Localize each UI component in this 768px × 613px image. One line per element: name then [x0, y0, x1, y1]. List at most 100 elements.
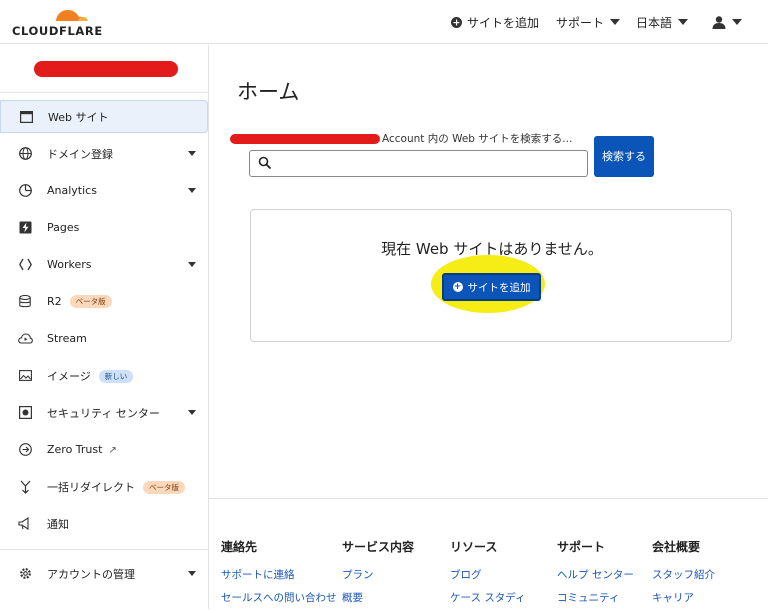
footer-heading: サービス内容 [342, 540, 415, 554]
footer-link[interactable]: ヘルプ センター [557, 567, 634, 582]
search-field[interactable] [249, 150, 588, 177]
sidebar-item-label: Stream [47, 332, 87, 345]
chevron-down-icon [188, 262, 196, 267]
chevron-down-icon [610, 19, 621, 25]
sidebar-item-label: Analytics [47, 184, 97, 197]
chevron-down-icon [188, 151, 196, 156]
sidebar-item-websites[interactable]: Web サイト [0, 100, 208, 133]
footer-divider [209, 498, 768, 499]
redirect-icon [17, 479, 33, 495]
sidebar-item-label: セキュリティ センター [47, 406, 160, 420]
sidebar-item-stream[interactable]: Stream [0, 322, 209, 355]
sidebar-item-label: Zero Trust ↗ [47, 443, 117, 456]
sidebar-divider [0, 92, 209, 93]
user-icon [712, 15, 726, 29]
bulk-redirects-label: 一括リダイレクト [47, 480, 135, 494]
sidebar-item-label: アカウントの管理 [47, 567, 135, 581]
search-button[interactable]: 検索する [594, 136, 654, 177]
search-input[interactable] [276, 154, 581, 173]
sidebar-item-bulk-redirects[interactable]: 一括リダイレクト ベータ版 [0, 470, 209, 503]
footer-link[interactable]: セールスへの問い合わせ [221, 590, 337, 605]
sidebar-item-label: R2 ベータ版 [47, 295, 112, 309]
megaphone-icon [17, 516, 33, 532]
chevron-down-icon [188, 410, 196, 415]
globe-icon [17, 146, 33, 162]
image-icon [17, 368, 33, 384]
new-badge: 新しい [98, 370, 134, 383]
logo-text: CLOUDFLARE [12, 24, 103, 38]
plus-circle-icon [451, 16, 462, 28]
footer-heading: 連絡先 [221, 540, 258, 554]
footer-column-company: 会社概要 スタッフ紹介 キャリア [652, 538, 715, 613]
sidebar-item-r2[interactable]: R2 ベータ版 [0, 285, 209, 318]
sidebar-item-security-center[interactable]: セキュリティ センター [0, 396, 209, 429]
images-label: イメージ [47, 369, 91, 383]
pie-chart-icon [17, 183, 33, 199]
plus-circle-icon: + [452, 282, 463, 292]
footer-column-resources: リソース ブログ ケース スタディ [450, 538, 526, 613]
sidebar-item-label: Pages [47, 221, 80, 234]
r2-label: R2 [47, 294, 62, 308]
page-title: ホーム [237, 80, 300, 104]
external-link-icon: ↗ [108, 445, 117, 456]
redacted-account-name [230, 134, 380, 144]
sidebar-item-account-management[interactable]: アカウントの管理 [0, 557, 209, 590]
cloud-icon [17, 331, 33, 347]
sidebar-divider [0, 549, 209, 550]
sidebar-item-label: 一括リダイレクト ベータ版 [47, 479, 185, 495]
security-icon [17, 405, 33, 421]
gear-icon [17, 566, 33, 582]
footer-column-contact: 連絡先 サポートに連絡 セールスへの問い合わせ [221, 538, 337, 613]
sidebar-item-workers[interactable]: Workers [0, 248, 209, 281]
sidebar-item-label: 通知 [47, 517, 69, 531]
zero-trust-label: Zero Trust [47, 443, 103, 456]
search-label: Account 内の Web サイトを検索する... [230, 131, 572, 146]
footer-heading: 会社概要 [652, 540, 701, 554]
sidebar-item-domain-registration[interactable]: ドメイン登録 [0, 137, 209, 170]
add-site-button[interactable]: + サイトを追加 [442, 273, 541, 301]
footer-heading: サポート [557, 540, 606, 554]
user-menu[interactable] [712, 0, 742, 44]
support-menu[interactable]: サポート [556, 0, 621, 44]
footer-column-services: サービス内容 プラン 概要 [342, 538, 414, 613]
cloudflare-logo[interactable]: CLOUDFLARE [12, 4, 102, 40]
cloud-logo-icon [55, 10, 89, 23]
sidebar-item-zero-trust[interactable]: Zero Trust ↗ [0, 433, 209, 466]
sidebar-item-analytics[interactable]: Analytics [0, 174, 209, 207]
sidebar: Web サイト ドメイン登録 Analytics Pages Workers R… [0, 45, 209, 609]
add-site-nav[interactable]: サイトを追加 [451, 0, 539, 44]
footer-link[interactable]: ケース スタディ [450, 590, 526, 605]
footer-link[interactable]: プラン [342, 567, 414, 582]
footer-link[interactable]: コミュニティ [557, 590, 634, 605]
zero-trust-icon [17, 442, 33, 458]
footer-heading: リソース [450, 540, 498, 554]
language-menu-label: 日本語 [636, 15, 673, 30]
language-menu[interactable]: 日本語 [636, 0, 689, 44]
account-name[interactable] [34, 61, 178, 77]
lightning-icon [17, 220, 33, 236]
sidebar-item-label: Workers [47, 258, 92, 271]
storage-icon [17, 294, 33, 310]
sidebar-item-notifications[interactable]: 通知 [0, 507, 209, 540]
search-label-text: Account 内の Web サイトを検索する... [382, 133, 573, 145]
sidebar-item-label: イメージ 新しい [47, 368, 134, 384]
search-icon [258, 156, 272, 170]
top-bar: CLOUDFLARE サイトを追加 サポート 日本語 [0, 0, 768, 44]
footer-link[interactable]: ブログ [450, 567, 526, 582]
sidebar-item-pages[interactable]: Pages [0, 211, 209, 244]
sidebar-item-label: Web サイト [48, 110, 109, 124]
sidebar-item-images[interactable]: イメージ 新しい [0, 359, 209, 392]
footer-link[interactable]: 概要 [342, 590, 414, 605]
beta-badge: ベータ版 [69, 295, 112, 309]
support-menu-label: サポート [556, 15, 605, 30]
footer-column-support: サポート ヘルプ センター コミュニティ [557, 538, 634, 613]
empty-state-card: 現在 Web サイトはありません。 + サイトを追加 [250, 209, 732, 342]
beta-badge: ベータ版 [143, 481, 185, 494]
footer-link[interactable]: キャリア [652, 590, 715, 605]
window-icon [18, 109, 34, 125]
chevron-down-icon [732, 19, 742, 25]
footer-link[interactable]: サポートに連絡 [221, 567, 337, 582]
add-site-button-label: サイトを追加 [467, 281, 531, 294]
chevron-down-icon [678, 19, 689, 25]
footer-link[interactable]: スタッフ紹介 [652, 567, 715, 582]
